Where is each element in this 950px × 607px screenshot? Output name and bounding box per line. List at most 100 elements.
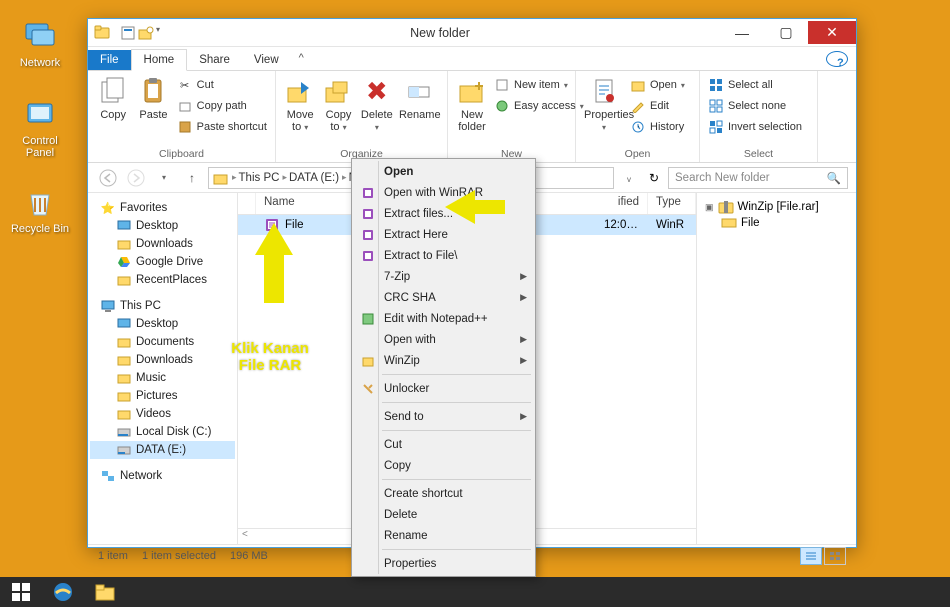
- open-icon: [630, 77, 646, 93]
- cut-icon: ✂: [177, 77, 193, 93]
- status-selected: 1 item selected: [142, 550, 216, 562]
- selectnone-button[interactable]: Select none: [708, 96, 802, 116]
- nav-network[interactable]: Network: [90, 467, 235, 485]
- open-button[interactable]: Open ▾: [630, 75, 685, 95]
- rename-button[interactable]: Rename: [399, 75, 439, 121]
- maximize-button[interactable]: ▢: [764, 21, 808, 44]
- taskbar[interactable]: [0, 577, 950, 607]
- winrar-icon: [360, 185, 376, 201]
- copyto-button[interactable]: Copy to ▾: [322, 75, 354, 133]
- newfolder-button[interactable]: New folder: [456, 75, 488, 133]
- newitem-button[interactable]: New item ▾: [494, 75, 584, 95]
- tab-share[interactable]: Share: [187, 50, 242, 70]
- preview-child[interactable]: File: [703, 215, 850, 231]
- ctx-open[interactable]: Open: [354, 161, 533, 182]
- nav-recent-dropdown[interactable]: ▾: [152, 166, 176, 190]
- start-button[interactable]: [0, 577, 42, 607]
- history-button[interactable]: History: [630, 117, 685, 137]
- context-menu: Open Open with WinRAR Extract files... E…: [351, 158, 536, 577]
- nav-fav-downloads[interactable]: Downloads: [90, 235, 235, 253]
- selectall-button[interactable]: Select all: [708, 75, 802, 95]
- nav-pc-videos[interactable]: Videos: [90, 405, 235, 423]
- ctx-properties[interactable]: Properties: [354, 553, 533, 574]
- ctx-crc[interactable]: CRC SHA▶: [354, 287, 533, 308]
- edit-button[interactable]: Edit: [630, 96, 685, 116]
- tab-file[interactable]: File: [88, 50, 131, 70]
- nav-pc-desktop[interactable]: Desktop: [90, 315, 235, 333]
- ctx-open-winrar[interactable]: Open with WinRAR: [354, 182, 533, 203]
- ctx-delete[interactable]: Delete: [354, 504, 533, 525]
- preview-pane: ▣ WinZip [File.rar] File: [696, 193, 856, 544]
- ctx-extract-files[interactable]: Extract files...: [354, 203, 533, 224]
- ctx-7zip[interactable]: 7-Zip▶: [354, 266, 533, 287]
- desktop-recyclebin-label: Recycle Bin: [11, 223, 69, 235]
- search-input[interactable]: Search New folder🔍: [668, 167, 848, 189]
- ctx-edit-npp[interactable]: Edit with Notepad++: [354, 308, 533, 329]
- easyaccess-button[interactable]: Easy access ▾: [494, 96, 584, 116]
- nav-back-button[interactable]: [96, 166, 120, 190]
- col-modified[interactable]: ified: [596, 193, 648, 214]
- moveto-button[interactable]: Move to ▾: [284, 75, 316, 133]
- nav-forward-button[interactable]: [124, 166, 148, 190]
- ctx-copy[interactable]: Copy: [354, 455, 533, 476]
- ctx-cut[interactable]: Cut: [354, 434, 533, 455]
- ctx-unlocker[interactable]: Unlocker: [354, 378, 533, 399]
- winrar-icon: [360, 227, 376, 243]
- ctx-winzip[interactable]: WinZip▶: [354, 350, 533, 371]
- copypath-button[interactable]: Copy path: [177, 96, 267, 116]
- ribbon-tabs: File Home Share View ^ ?: [88, 47, 856, 71]
- copypath-icon: [177, 98, 193, 114]
- invertselection-button[interactable]: Invert selection: [708, 117, 802, 137]
- tab-home[interactable]: Home: [131, 49, 188, 71]
- ribbon-expand-icon[interactable]: ^: [291, 48, 312, 68]
- crumb-dropdown-icon[interactable]: v: [618, 171, 640, 185]
- ctx-extract-here[interactable]: Extract Here: [354, 224, 533, 245]
- nav-pc-data[interactable]: DATA (E:): [90, 441, 235, 459]
- desktop-recyclebin-icon[interactable]: Recycle Bin: [10, 184, 70, 235]
- minimize-button[interactable]: —: [720, 21, 764, 44]
- ctx-open-with[interactable]: Open with▶: [354, 329, 533, 350]
- edit-icon: [630, 98, 646, 114]
- qat-properties-icon[interactable]: [120, 25, 136, 41]
- titlebar[interactable]: ▾ New folder — ▢ ✕: [88, 19, 856, 47]
- nav-fav-recentplaces[interactable]: RecentPlaces: [90, 271, 235, 289]
- winzip-icon: [360, 353, 376, 369]
- tab-view[interactable]: View: [242, 50, 291, 70]
- annotation-text: Klik KananFile RAR: [200, 340, 340, 374]
- ctx-create-shortcut[interactable]: Create shortcut: [354, 483, 533, 504]
- newitem-icon: [494, 77, 510, 93]
- nav-fav-desktop[interactable]: Desktop: [90, 217, 235, 235]
- view-icons-button[interactable]: [824, 547, 846, 565]
- col-type[interactable]: Type: [648, 193, 696, 214]
- nav-favorites[interactable]: ⭐Favorites: [90, 199, 235, 217]
- annotation-arrow-extract: [445, 190, 505, 224]
- nav-fav-googledrive[interactable]: Google Drive: [90, 253, 235, 271]
- desktop-network-icon[interactable]: Network: [10, 18, 70, 69]
- view-details-button[interactable]: [800, 547, 822, 565]
- ctx-send-to[interactable]: Send to▶: [354, 406, 533, 427]
- close-button[interactable]: ✕: [808, 21, 856, 44]
- search-icon: 🔍: [827, 171, 841, 185]
- qat-newfolder-icon[interactable]: [138, 25, 154, 41]
- refresh-button[interactable]: ↻: [644, 171, 664, 185]
- desktop-controlpanel-icon[interactable]: Control Panel: [10, 96, 70, 159]
- cut-button[interactable]: ✂Cut: [177, 75, 267, 95]
- delete-button[interactable]: ✖Delete ▾: [361, 75, 393, 133]
- pasteshortcut-button[interactable]: Paste shortcut: [177, 117, 267, 137]
- taskbar-ie[interactable]: [42, 577, 84, 607]
- nav-pc-localdisk[interactable]: Local Disk (C:): [90, 423, 235, 441]
- ctx-extract-to[interactable]: Extract to File\: [354, 245, 533, 266]
- properties-button[interactable]: Properties ▾: [584, 75, 624, 133]
- copy-button[interactable]: Copy: [96, 75, 130, 121]
- ctx-rename[interactable]: Rename: [354, 525, 533, 546]
- nav-thispc[interactable]: This PC: [90, 297, 235, 315]
- nav-up-button[interactable]: ↑: [180, 166, 204, 190]
- pasteshortcut-icon: [177, 119, 193, 135]
- nav-pc-pictures[interactable]: Pictures: [90, 387, 235, 405]
- taskbar-explorer[interactable]: [84, 577, 126, 607]
- paste-button[interactable]: Paste: [136, 75, 170, 121]
- help-icon[interactable]: ?: [826, 51, 848, 67]
- folder-icon: [721, 216, 737, 230]
- selectnone-icon: [708, 98, 724, 114]
- preview-root[interactable]: ▣ WinZip [File.rar]: [703, 199, 850, 215]
